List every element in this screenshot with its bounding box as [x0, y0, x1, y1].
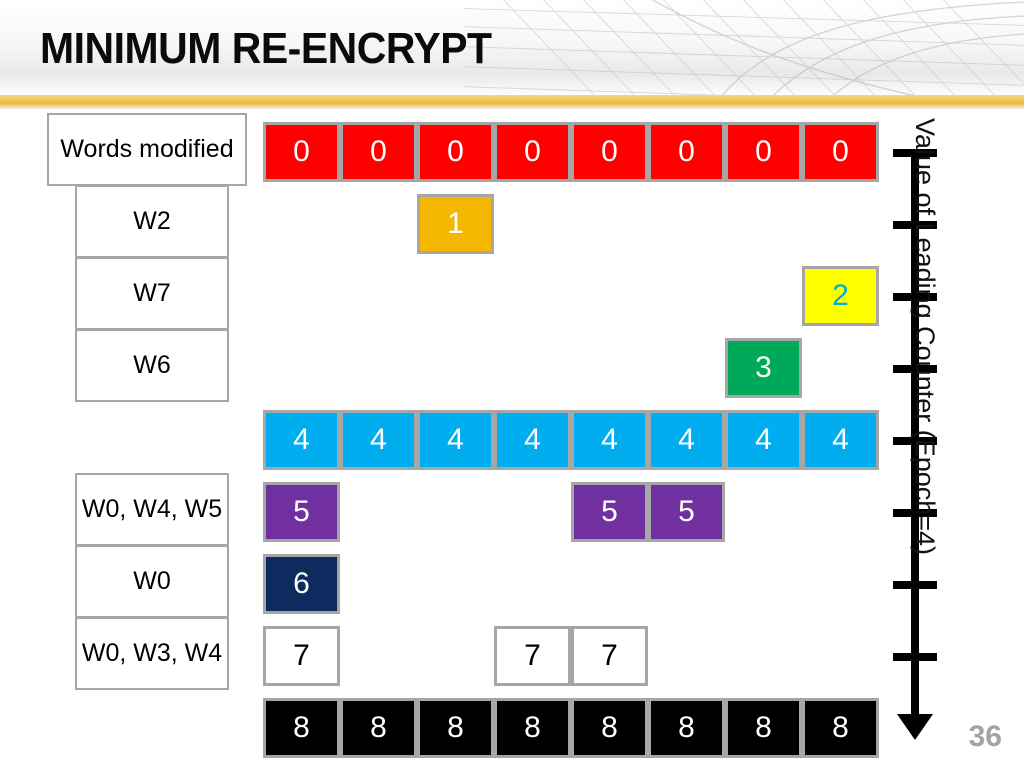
- slide-title-bar: MINIMUM RE-ENCRYPT: [0, 0, 1024, 95]
- label-text: W7: [133, 279, 171, 307]
- grid-cell-value: 4: [601, 423, 618, 456]
- label-text: W0, W4, W5: [81, 495, 223, 523]
- grid-cell: 0: [494, 122, 571, 182]
- grid-cell-value: 0: [678, 135, 695, 168]
- grid-cell-value: 4: [447, 423, 464, 456]
- grid-cell-value: 0: [524, 135, 541, 168]
- grid-cell-value: 0: [447, 135, 464, 168]
- grid-cell: 4: [417, 410, 494, 470]
- label-text: W0: [133, 567, 171, 595]
- words-modified-label: W0, W3, W4: [75, 617, 229, 690]
- label-text: W6: [133, 351, 171, 379]
- grid-cell-value: 4: [832, 423, 849, 456]
- grid-cell: 5: [571, 482, 648, 542]
- label-text: W2: [133, 207, 171, 235]
- grid-cell: 8: [648, 698, 725, 758]
- grid-cell-value: 5: [293, 495, 310, 528]
- grid-cell: 0: [571, 122, 648, 182]
- title-decoration-graphic: [464, 0, 1024, 95]
- grid-cell: 6: [263, 554, 340, 614]
- words-modified-label: W2: [75, 185, 229, 258]
- axis-label: Value of Leading Counter (Epoch=4): [910, 118, 940, 556]
- label-text: W0, W3, W4: [81, 639, 223, 667]
- grid-cell-value: 8: [370, 711, 387, 744]
- words-modified-label: Words modified: [47, 113, 247, 186]
- grid-cell: 5: [648, 482, 725, 542]
- grid-cell-value: 8: [678, 711, 695, 744]
- page-title: MINIMUM RE-ENCRYPT: [40, 24, 492, 73]
- grid-cell: 7: [263, 626, 340, 686]
- grid-cell-value: 0: [755, 135, 772, 168]
- grid-cell-value: 3: [755, 351, 772, 384]
- grid-cell: 4: [494, 410, 571, 470]
- grid-cell-value: 1: [447, 207, 464, 240]
- counter-grid: 0 0 0 0 0 0 0 0 1 2 3 4 4 4 4 4 4 4 4 5 5 5 6 7 7 7 8 8 8 8 8 8 8 8: [263, 122, 879, 760]
- grid-cell: 8: [494, 698, 571, 758]
- grid-cell: 0: [725, 122, 802, 182]
- grid-cell: 3: [725, 338, 802, 398]
- words-modified-label: W6: [75, 329, 229, 402]
- grid-cell: 8: [725, 698, 802, 758]
- grid-cell-value: 8: [601, 711, 618, 744]
- grid-cell: 8: [417, 698, 494, 758]
- grid-cell: 4: [263, 410, 340, 470]
- grid-cell: 7: [571, 626, 648, 686]
- grid-cell-value: 8: [832, 711, 849, 744]
- words-modified-label: W7: [75, 257, 229, 330]
- grid-cell: 8: [571, 698, 648, 758]
- grid-cell-value: 7: [601, 639, 618, 672]
- grid-cell-value: 7: [524, 639, 541, 672]
- grid-cell: 4: [571, 410, 648, 470]
- grid-cell: 8: [802, 698, 879, 758]
- grid-cell-value: 7: [293, 639, 310, 672]
- grid-cell: 7: [494, 626, 571, 686]
- grid-cell-value: 4: [524, 423, 541, 456]
- grid-cell: 4: [648, 410, 725, 470]
- grid-cell-value: 0: [293, 135, 310, 168]
- grid-cell: 4: [725, 410, 802, 470]
- grid-cell: 1: [417, 194, 494, 254]
- grid-cell-value: 6: [293, 567, 310, 600]
- grid-cell: 0: [340, 122, 417, 182]
- grid-cell-value: 8: [524, 711, 541, 744]
- grid-cell-value: 5: [678, 495, 695, 528]
- grid-cell: 8: [340, 698, 417, 758]
- grid-cell: 0: [802, 122, 879, 182]
- grid-cell-value: 4: [293, 423, 310, 456]
- grid-cell-value: 4: [755, 423, 772, 456]
- grid-cell-value: 0: [370, 135, 387, 168]
- slide-number: 36: [968, 720, 1002, 753]
- grid-cell: 8: [263, 698, 340, 758]
- grid-cell-value: 8: [755, 711, 772, 744]
- grid-cell: 5: [263, 482, 340, 542]
- accent-band-shadow: [0, 107, 1024, 110]
- words-modified-label: W0, W4, W5: [75, 473, 229, 546]
- grid-cell-value: 8: [293, 711, 310, 744]
- words-modified-label: W0: [75, 545, 229, 618]
- grid-cell-value: 8: [447, 711, 464, 744]
- grid-cell: 0: [648, 122, 725, 182]
- grid-cell-value: 4: [370, 423, 387, 456]
- grid-cell-value: 0: [601, 135, 618, 168]
- grid-cell-value: 2: [832, 279, 849, 312]
- grid-cell: 2: [802, 266, 879, 326]
- grid-cell: 0: [417, 122, 494, 182]
- grid-cell: 4: [340, 410, 417, 470]
- grid-cell: 0: [263, 122, 340, 182]
- grid-cell-value: 4: [678, 423, 695, 456]
- grid-cell-value: 5: [601, 495, 618, 528]
- grid-cell-value: 0: [832, 135, 849, 168]
- accent-band: [0, 95, 1024, 107]
- grid-cell: 4: [802, 410, 879, 470]
- label-text: Words modified: [60, 135, 234, 163]
